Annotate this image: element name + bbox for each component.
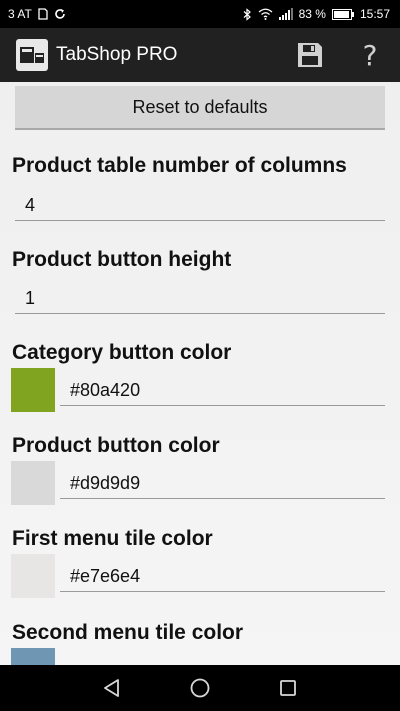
battery-percent: 83 %	[298, 7, 326, 21]
navigation-bar	[0, 665, 400, 711]
reset-to-defaults-button[interactable]: Reset to defaults	[15, 86, 385, 130]
signal-icon	[278, 8, 293, 20]
action-bar: TabShop PRO ?	[0, 28, 400, 82]
sync-icon	[55, 9, 65, 19]
status-bar: 3 AT 83 % 15:57	[0, 0, 400, 28]
app-logo-icon	[16, 39, 48, 71]
status-left: 3 AT	[0, 7, 66, 21]
category-color-label: Category button color	[12, 341, 232, 364]
back-triangle-icon	[104, 679, 119, 697]
help-button[interactable]: ?	[340, 28, 400, 82]
floppy-disk-icon	[298, 43, 322, 67]
first-tile-color-field[interactable]: #e7e6e4	[60, 562, 385, 592]
bluetooth-icon	[243, 7, 251, 21]
recents-square-icon	[280, 680, 296, 696]
question-mark-icon: ?	[362, 38, 378, 72]
first-tile-color-label: First menu tile color	[12, 527, 213, 550]
status-right: 83 % 15:57	[243, 7, 400, 21]
category-color-field[interactable]: #80a420	[60, 376, 385, 406]
product-color-field[interactable]: #d9d9d9	[60, 469, 385, 499]
carrier-label: 3 AT	[8, 7, 32, 21]
columns-field[interactable]: 4	[15, 191, 385, 221]
battery-icon	[331, 8, 354, 20]
settings-content[interactable]: Reset to defaults Product table number o…	[0, 82, 400, 665]
sim-icon	[38, 8, 48, 20]
home-circle-icon	[190, 678, 210, 698]
wifi-icon	[258, 8, 273, 20]
second-tile-color-label: Second menu tile color	[12, 621, 244, 644]
button-height-label: Product button height	[12, 248, 232, 271]
second-tile-color-swatch[interactable]	[11, 648, 55, 665]
button-height-field[interactable]: 1	[15, 284, 385, 314]
first-tile-color-swatch[interactable]	[11, 554, 55, 598]
columns-label: Product table number of columns	[12, 154, 347, 177]
product-color-label: Product button color	[12, 434, 220, 457]
app-title: TabShop PRO	[56, 44, 178, 65]
save-button[interactable]	[280, 28, 340, 82]
category-color-swatch[interactable]	[11, 368, 55, 412]
clock: 15:57	[359, 7, 390, 21]
back-button[interactable]	[68, 665, 156, 711]
recents-button[interactable]	[244, 665, 332, 711]
product-color-swatch[interactable]	[11, 461, 55, 505]
home-button[interactable]	[156, 665, 244, 711]
